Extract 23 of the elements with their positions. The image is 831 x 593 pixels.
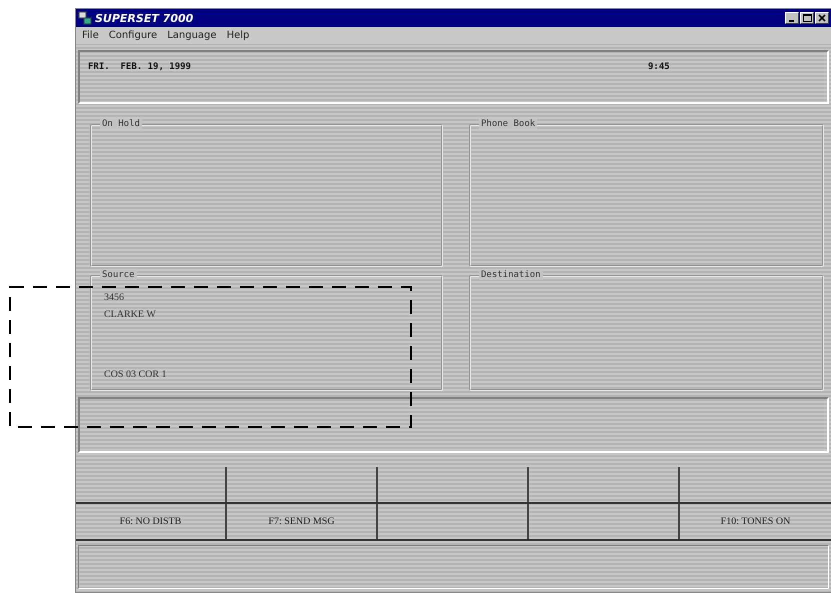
menu-item[interactable]: Help <box>226 30 250 41</box>
info-line: 3456 <box>104 291 125 305</box>
group-title: Destination <box>479 270 543 280</box>
close-button[interactable] <box>815 12 829 24</box>
close-icon <box>818 14 826 22</box>
function-key[interactable]: F10: TONES ON <box>680 504 831 539</box>
menu-item[interactable]: File <box>82 30 99 41</box>
maximize-button[interactable] <box>800 12 814 24</box>
function-key[interactable]: F6: NO DISTB <box>76 504 227 539</box>
group-title: Phone Book <box>479 119 538 129</box>
group-title: On Hold <box>100 119 142 129</box>
class-of-service-text: COS 03 COR 1 <box>104 368 168 382</box>
phone-icon <box>78 11 92 25</box>
time-text: 9:45 <box>648 62 670 74</box>
date-text: FRI. FEB. 19, 1999 <box>88 62 192 74</box>
window-title: SUPERSET 7000 <box>95 12 194 24</box>
minimize-button[interactable] <box>785 12 799 24</box>
menu-item[interactable]: Language <box>167 30 217 41</box>
group-title: Source <box>100 270 137 280</box>
info-line: CLARKE W <box>104 308 157 322</box>
function-key[interactable]: F7: SEND MSG <box>227 504 378 539</box>
maximize-icon <box>802 14 812 22</box>
menu-item[interactable]: Configure <box>108 30 158 41</box>
